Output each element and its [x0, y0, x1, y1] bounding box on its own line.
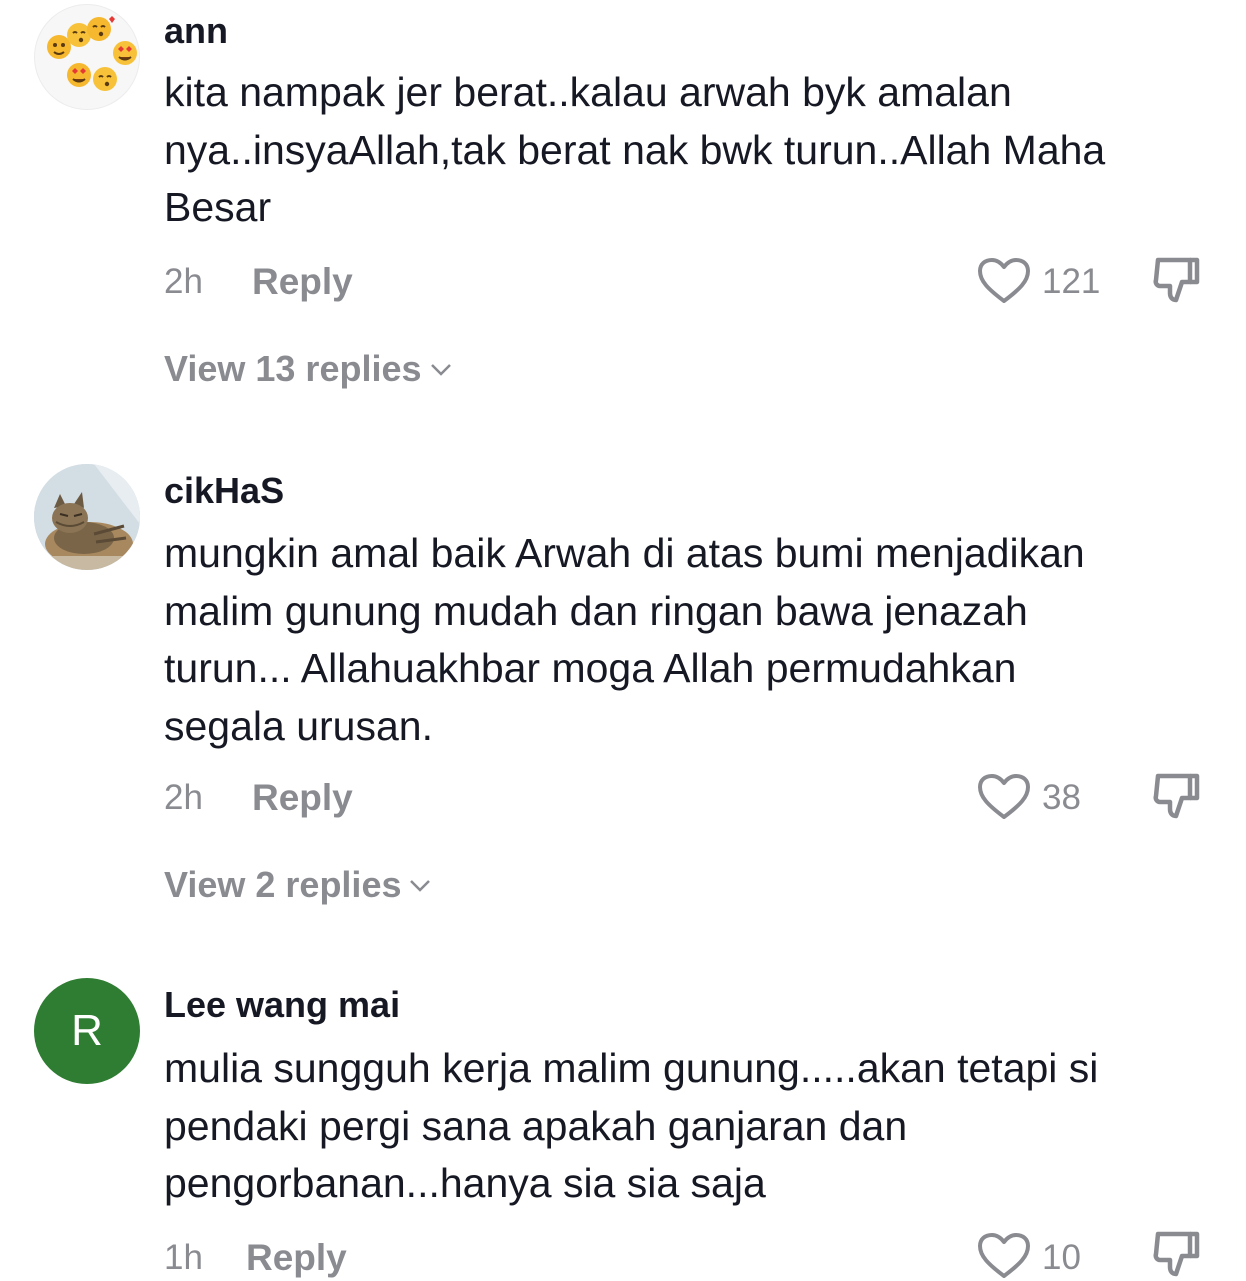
- view-replies-label: View 13 replies: [164, 348, 422, 389]
- view-replies-button[interactable]: View 2 replies: [164, 864, 433, 906]
- avatar[interactable]: [34, 4, 140, 110]
- reply-button[interactable]: Reply: [252, 777, 353, 819]
- comment-text: kita nampak jer berat..kalau arwah byk a…: [164, 69, 1106, 230]
- comment-username[interactable]: Lee wang mai: [164, 984, 400, 1026]
- comment-text: mungkin amal baik Arwah di atas bumi men…: [164, 530, 1085, 749]
- reply-button[interactable]: Reply: [246, 1237, 347, 1279]
- comment-username[interactable]: ann: [164, 10, 228, 52]
- view-replies-label: View 2 replies: [164, 864, 402, 905]
- reply-button[interactable]: Reply: [252, 261, 353, 303]
- like-count: 38: [1042, 778, 1081, 817]
- cat-photo-icon: [34, 464, 140, 570]
- heart-outline-icon[interactable]: [976, 256, 1032, 306]
- comment-text: mulia sungguh kerja malim gunung.....aka…: [164, 1045, 1099, 1206]
- avatar[interactable]: [34, 464, 140, 570]
- chevron-down-icon: [430, 364, 451, 376]
- heart-outline-icon[interactable]: [976, 772, 1032, 822]
- view-replies-button[interactable]: View 13 replies: [164, 348, 454, 390]
- emoji-faces-icon: [47, 16, 137, 91]
- like-count: 121: [1042, 262, 1101, 301]
- comment-timestamp: 2h: [164, 778, 203, 817]
- chevron-down-icon: [410, 880, 431, 892]
- comment-timestamp: 2h: [164, 262, 203, 301]
- thumbs-down-outline-icon[interactable]: [1152, 770, 1202, 822]
- comment-username[interactable]: cikHaS: [164, 470, 284, 512]
- like-count: 10: [1042, 1238, 1081, 1277]
- avatar[interactable]: R: [34, 978, 140, 1084]
- heart-outline-icon[interactable]: [976, 1231, 1032, 1281]
- thumbs-down-outline-icon[interactable]: [1152, 1228, 1202, 1280]
- comment-timestamp: 1h: [164, 1238, 203, 1277]
- thumbs-down-outline-icon[interactable]: [1152, 254, 1202, 306]
